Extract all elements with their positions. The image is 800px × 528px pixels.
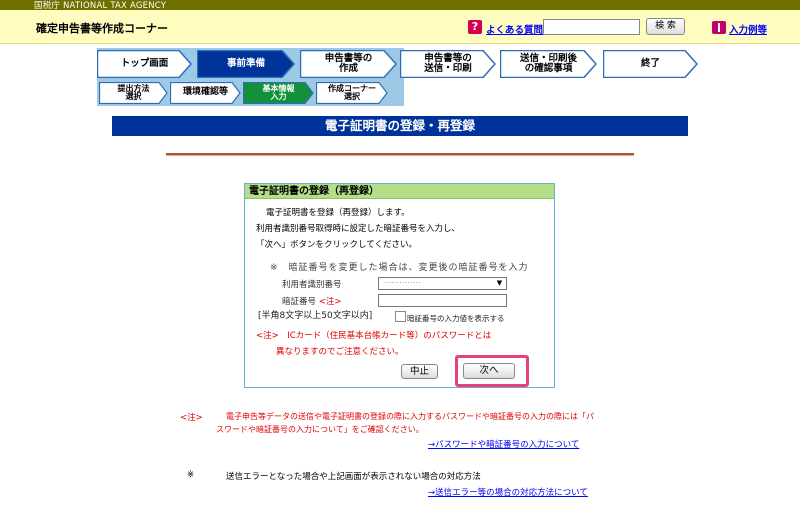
header: 確定申告書等作成コーナー ? よくある質問 検 索 入力例等 [0, 10, 800, 44]
step-create: 申告書等の 作成 [300, 50, 397, 78]
section-banner: 電子証明書の登録・再登録 [112, 116, 688, 136]
substep-basic-info: 基本情報 入力 [243, 82, 314, 104]
divider [166, 153, 634, 156]
step-finish: 終了 [603, 50, 698, 78]
substep-basic-info-label: 基本情報 入力 [262, 83, 295, 101]
password-input-link[interactable]: →パスワードや暗証番号の入力について [428, 438, 579, 450]
next-button[interactable]: 次へ [463, 363, 515, 379]
pin-label-text: 暗証番号 [282, 297, 317, 307]
footer-note-line-1: 電子申告等データの送信や電子証明書の登録の際に入力するパスワードや暗証番号の入力… [226, 412, 594, 421]
instruction-line-3: 「次へ」ボタンをクリックしてください。 [256, 240, 417, 250]
cancel-button[interactable]: 中止 [401, 364, 438, 379]
footer-error-mark: ※ [187, 470, 195, 480]
footer-error-text: 送信エラーとなった場合や上記画面が表示されない場合の対応方法 [226, 472, 481, 482]
pin-change-note: ※ 暗証番号を変更した場合は、変更後の暗証番号を入力 [270, 263, 529, 273]
pin-length-hint: [半角8文字以上50文字以内] [258, 311, 373, 321]
input-examples-link[interactable]: 入力例等 [729, 22, 767, 36]
step-preparation-label: 事前準備 [226, 58, 265, 70]
substep-method: 提出方法 選択 [99, 82, 168, 104]
agency-bar: 国税庁 NATIONAL TAX AGENCY [0, 0, 800, 11]
substep-environment-label: 環境確認等 [182, 87, 228, 98]
substep-method-label: 提出方法 選択 [117, 83, 150, 101]
pin-input[interactable] [378, 294, 507, 307]
warning-line-2: 異なりますのでご注意ください。 [276, 347, 404, 357]
userid-value: ·············· [383, 279, 422, 287]
step-create-label: 申告書等の 作成 [324, 53, 373, 74]
substep-corner-select-label: 作成コーナー 選択 [328, 83, 376, 101]
panel-title: 電子証明書の登録（再登録） [245, 184, 554, 199]
step-top-label: トップ画面 [120, 58, 169, 70]
step-finish-label: 終了 [640, 58, 660, 70]
footer-note-mark: <注> [180, 413, 203, 423]
substep-corner-select: 作成コーナー 選択 [316, 82, 388, 104]
search-input[interactable] [543, 19, 640, 35]
send-error-link[interactable]: →送信エラー等の場合の対応方法について [428, 486, 588, 498]
warning-line-1: <注> ICカード（住民基本台帳カード等）のパスワードとは [256, 331, 492, 341]
substep-environment: 環境確認等 [170, 82, 241, 104]
show-pin-label: 暗証番号の入力値を表示する [407, 314, 505, 323]
faq-link[interactable]: よくある質問 [486, 22, 543, 36]
show-pin-checkbox[interactable] [395, 311, 406, 322]
instruction-line-1: 電子証明書を登録（再登録）します。 [266, 208, 410, 218]
instruction-line-2: 利用者識別番号取得時に設定した暗証番号を入力し、 [256, 224, 461, 234]
question-icon: ? [468, 20, 482, 34]
step-preparation: 事前準備 [197, 50, 295, 78]
step-top: トップ画面 [97, 50, 192, 78]
certificate-panel: 電子証明書の登録（再登録） 電子証明書を登録（再登録）します。 利用者識別番号取… [244, 183, 555, 388]
step-send-print-label: 申告書等の 送信・印刷 [424, 53, 472, 74]
step-confirm-label: 送信・印刷後 の確認事項 [519, 53, 577, 74]
step-send-print: 申告書等の 送信・印刷 [400, 50, 496, 78]
step-confirm: 送信・印刷後 の確認事項 [500, 50, 597, 78]
page-title: 確定申告書等作成コーナー [36, 22, 168, 35]
pin-label: 暗証番号 <注> [282, 295, 341, 307]
search-button[interactable]: 検 索 [646, 18, 685, 35]
chevron-down-icon: ▼ [496, 279, 503, 287]
pin-required-mark: <注> [318, 297, 342, 307]
userid-select[interactable]: ·············· ▼ [378, 277, 507, 290]
userid-label: 利用者識別番号 [282, 280, 342, 290]
book-icon [712, 21, 726, 34]
footer-note-line-2: スワードや暗証番号の入力について」をご確認ください。 [216, 425, 424, 434]
